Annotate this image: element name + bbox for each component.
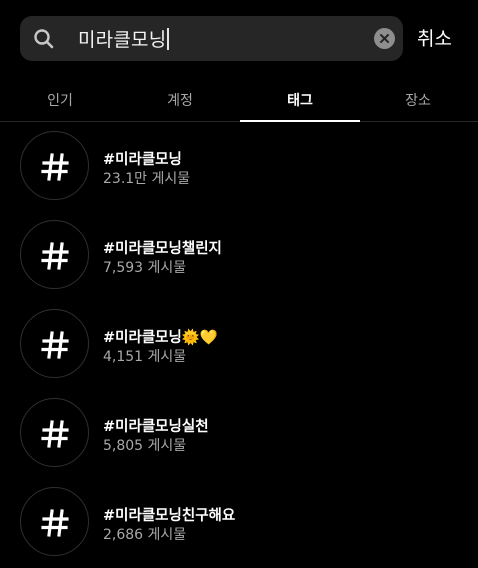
search-query-text: 미라클모닝: [78, 29, 167, 51]
tab-accounts[interactable]: 계정: [120, 78, 240, 122]
post-count: 2,686 게시물: [103, 527, 187, 543]
tab-places[interactable]: 장소: [358, 78, 478, 122]
tag-name: #미라클모닝친구해요: [103, 508, 236, 524]
search-icon: [33, 28, 55, 50]
search-query[interactable]: 미라클모닝: [78, 16, 169, 61]
hashtag-icon: [20, 309, 89, 378]
tag-name: #미라클모닝실천: [103, 419, 209, 435]
search-screen: 미라클모닝 취소 인기 계정 태그 장소 #미라클모닝 23.1만 게시물 #미…: [0, 0, 478, 568]
list-item[interactable]: #미라클모닝 23.1만 게시물: [0, 122, 478, 211]
list-item[interactable]: #미라클모닝실천 5,805 게시물: [0, 389, 478, 478]
post-count: 4,151 게시물: [103, 349, 187, 365]
search-bar: 미라클모닝 취소: [0, 0, 478, 78]
list-item[interactable]: #미라클모닝챌린지 7,593 게시물: [0, 211, 478, 300]
list-item[interactable]: #미라클모닝🌞💛 4,151 게시물: [0, 300, 478, 389]
tag-name: #미라클모닝챌린지: [103, 241, 222, 257]
hashtag-icon: [20, 487, 89, 556]
tag-name: #미라클모닝: [103, 152, 182, 168]
tab-popular[interactable]: 인기: [0, 78, 120, 122]
post-count: 7,593 게시물: [103, 260, 187, 276]
tab-tags[interactable]: 태그: [240, 78, 360, 122]
clear-icon[interactable]: [374, 28, 395, 49]
tag-name: #미라클모닝🌞💛: [103, 330, 218, 346]
search-tabs: 인기 계정 태그 장소: [0, 78, 478, 122]
hashtag-icon: [20, 220, 89, 289]
hashtag-icon: [20, 398, 89, 467]
list-item[interactable]: #미라클모닝친구해요 2,686 게시물: [0, 478, 478, 567]
post-count: 5,805 게시물: [103, 438, 187, 454]
post-count: 23.1만 게시물: [103, 171, 191, 187]
tag-results-list: #미라클모닝 23.1만 게시물 #미라클모닝챌린지 7,593 게시물 #미라…: [0, 122, 478, 567]
hashtag-icon: [20, 131, 89, 200]
search-input[interactable]: 미라클모닝: [20, 16, 403, 61]
text-caret: [167, 27, 169, 50]
cancel-button[interactable]: 취소: [417, 24, 452, 54]
